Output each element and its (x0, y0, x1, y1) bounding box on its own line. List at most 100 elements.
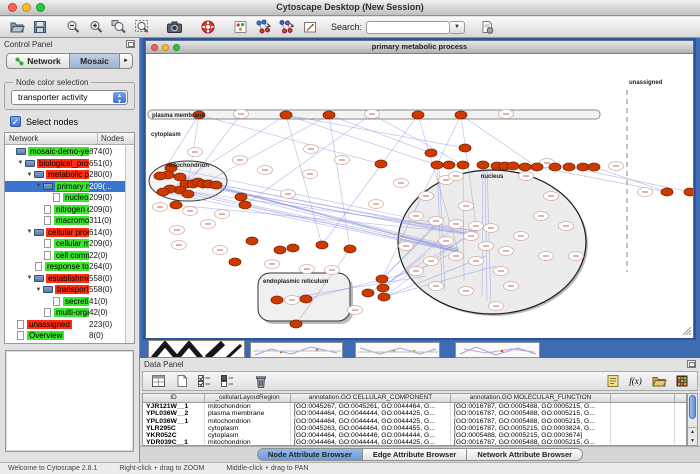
network-tree-panel: Network Nodes mosaic-demo-yeast874(0)▼bi… (4, 132, 135, 344)
zoom-in-button[interactable] (85, 18, 106, 37)
tree-row[interactable]: ▼biological_process651(0) (5, 158, 125, 170)
tree-row[interactable]: ▼metabolic process280(0) (5, 169, 125, 181)
select-all-attributes-icon-button[interactable] (194, 372, 215, 391)
search-config-button[interactable] (476, 18, 497, 37)
svg-text:nucleus: nucleus (481, 174, 504, 180)
tree-row[interactable]: ▼primary metabo209(... (5, 181, 125, 193)
table-row[interactable]: YKR052Ccytoplasm[GO:0044464, GO:0044446,… (143, 432, 686, 439)
folder-icon (34, 275, 44, 282)
table-row[interactable]: YPL036W__2plasma membrane[GO:0044464, GO… (143, 410, 686, 417)
window-thumbnail[interactable] (455, 342, 540, 358)
birds-eye-view[interactable] (5, 350, 134, 452)
delete-attribute-trash-icon-button[interactable] (250, 372, 271, 391)
window-title: Cytoscape Desktop (New Session) (0, 0, 700, 15)
resize-grip-icon[interactable] (683, 327, 692, 336)
formula-builder-icon-button[interactable]: f(x) (625, 372, 646, 391)
tree-row[interactable]: response to stimulu264(0) (5, 261, 125, 273)
tree-row[interactable]: Overview8(0) (5, 330, 125, 342)
matrix-grid-icon-button[interactable] (671, 372, 692, 391)
tree-row[interactable]: multi-organism pro42(0) (5, 307, 125, 319)
traffic-lights (8, 3, 45, 12)
control-panel-tabs: Network Mosaic ► (6, 53, 133, 69)
net-close-button[interactable] (151, 44, 158, 51)
tree-row[interactable]: ▼cellular process614(0) (5, 227, 125, 239)
attribute-notes-icon-button[interactable] (602, 372, 623, 391)
select-nodes-checkbox[interactable]: ✓ (10, 116, 21, 127)
network-view-window[interactable]: primary metabolic process plasma membran… (145, 40, 694, 338)
network-window-lights (151, 44, 180, 51)
data-panel: Data Panel f(x) ID_cellularLayoutRegiona… (140, 358, 700, 462)
tree-scrollbar[interactable] (125, 146, 134, 343)
scrollbar-arrows-icon[interactable]: ▲▼ (688, 427, 697, 445)
window-titlebar[interactable]: Cytoscape Desktop (New Session) (0, 0, 700, 16)
data-panel-toolbar: f(x) (142, 371, 698, 391)
tab-overflow-arrow[interactable]: ► (120, 53, 133, 69)
zoom-out-button[interactable] (62, 18, 83, 37)
mdi-desktop: primary metabolic process plasma membran… (140, 38, 700, 358)
minimize-button[interactable] (22, 3, 31, 12)
node-color-dropdown[interactable]: transporter activity ▲▼ (11, 90, 128, 105)
node-color-selection-legend: Node color selection (13, 78, 91, 87)
tree-row[interactable]: macromolecule311(0) (5, 215, 125, 227)
scrollbar-thumb[interactable] (689, 395, 696, 419)
attribute-table[interactable]: ID_cellularLayoutRegionannotation.GO CEL… (142, 393, 687, 446)
zoom-button[interactable] (36, 3, 45, 12)
tab-network-attribute-browser[interactable]: Network Attribute Browser (467, 448, 583, 461)
status-text: Right-click + drag to ZOOM (119, 465, 204, 472)
tab-edge-attribute-browser[interactable]: Edge Attribute Browser (363, 448, 467, 461)
table-row[interactable]: YLR295Ccytoplasm[GO:0045263, GO:0044464,… (143, 425, 686, 432)
app-window: Cytoscape Desktop (New Session) Search: … (0, 0, 700, 474)
network-window-title: primary metabolic process (146, 41, 693, 53)
attribute-table-scrollbar[interactable]: ▲▼ (687, 393, 698, 446)
layout-a-button[interactable] (253, 18, 274, 37)
network-tree-header: Network Nodes (5, 133, 134, 145)
import-attributes-folder-icon-button[interactable] (648, 372, 669, 391)
table-row[interactable]: YPL036W__1mitochondrion[GO:0044464, GO:0… (143, 418, 686, 425)
tree-row[interactable]: ▼establishment of lo558(0) (5, 273, 125, 285)
tree-row[interactable]: mosaic-demo-yeast874(0) (5, 146, 125, 158)
net-zoom-button[interactable] (173, 44, 180, 51)
help-lifering-button[interactable] (197, 18, 218, 37)
float-data-panel-icon[interactable] (687, 360, 696, 368)
window-thumbnail[interactable] (355, 342, 440, 358)
file-icon (53, 193, 60, 202)
tree-row[interactable]: cellular metabo209(0) (5, 238, 125, 250)
folder-icon (34, 229, 44, 236)
tab-network[interactable]: Network (6, 53, 70, 69)
window-thumbnail[interactable] (250, 342, 343, 358)
save-session-button[interactable] (29, 18, 50, 37)
svg-text:cytoplasm: cytoplasm (151, 132, 181, 138)
table-row[interactable]: YJR121W__1mitochondrion[GO:0045267, GO:0… (143, 403, 686, 410)
tree-row[interactable]: nitrogen compo209(0) (5, 204, 125, 216)
zoom-selected-region-button[interactable] (108, 18, 129, 37)
tree-row[interactable]: nucleobase-209(0) (5, 192, 125, 204)
tree-row[interactable]: cell communicat22(0) (5, 250, 125, 262)
close-button[interactable] (8, 3, 17, 12)
zoom-fit-button[interactable] (131, 18, 152, 37)
network-window-titlebar[interactable]: primary metabolic process (146, 41, 693, 54)
tree-row[interactable]: secretion41(0) (5, 296, 125, 308)
tab-mosaic[interactable]: Mosaic (70, 53, 120, 69)
float-panel-icon[interactable] (126, 40, 135, 48)
vizmapper-icon-button[interactable] (230, 18, 251, 37)
tab-node-attribute-browser[interactable]: Node Attribute Browser (257, 448, 363, 461)
new-attribute-icon-button[interactable] (171, 372, 192, 391)
annotation-button[interactable] (299, 18, 320, 37)
layout-b-button[interactable] (276, 18, 297, 37)
unselect-all-attributes-icon-button[interactable] (217, 372, 238, 391)
tree-row[interactable]: ▼transport558(0) (5, 284, 125, 296)
tree-row[interactable]: unassigned223(0) (5, 319, 125, 331)
status-text: Welcome to Cytoscape 2.8.1 (8, 465, 97, 472)
network-canvas[interactable]: plasma membranecytoplasmmitochondrionnuc… (146, 54, 693, 338)
open-session-button[interactable] (6, 18, 27, 37)
file-icon (17, 320, 24, 329)
attribute-table-icon-button[interactable] (148, 372, 169, 391)
select-nodes-row: ✓ Select nodes (10, 116, 78, 127)
folder-icon (25, 160, 35, 167)
search-input[interactable] (366, 21, 450, 34)
background-window-logo[interactable] (148, 340, 245, 358)
search-dropdown-button[interactable]: ▼ (450, 21, 465, 34)
snapshot-camera-button[interactable] (164, 18, 185, 37)
file-icon (44, 239, 51, 248)
net-minimize-button[interactable] (162, 44, 169, 51)
